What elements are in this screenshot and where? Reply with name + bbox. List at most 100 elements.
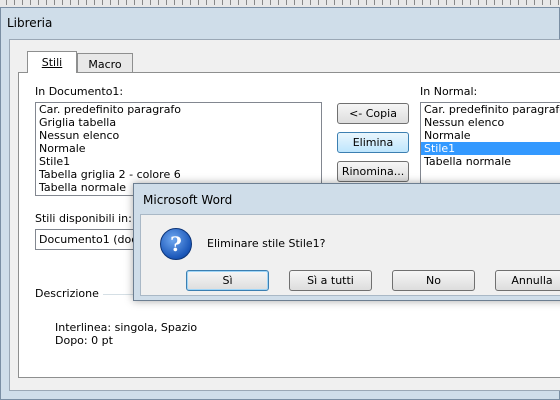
ruler-tick	[366, 0, 367, 5]
ruler-tick	[262, 0, 263, 5]
tab-macro[interactable]: Macro	[77, 53, 133, 73]
list-item[interactable]: Griglia tabella	[36, 116, 321, 129]
window-title: Libreria	[7, 16, 53, 30]
ruler-tick	[486, 0, 487, 5]
ruler-tick	[398, 0, 399, 5]
ruler-tick	[174, 0, 175, 5]
ruler-tick	[254, 0, 255, 5]
ruler-tick	[534, 0, 535, 5]
ruler-tick	[110, 0, 111, 5]
list-item[interactable]: Normale	[36, 142, 321, 155]
copy-button[interactable]: <- Copia	[337, 103, 409, 124]
cancel-button[interactable]: Annulla	[495, 270, 560, 291]
ruler-tick	[118, 0, 119, 5]
ruler-tick	[62, 0, 63, 5]
ruler-tick	[158, 0, 159, 5]
ruler-tick	[518, 0, 519, 5]
list-item[interactable]: Stile1	[36, 155, 321, 168]
dialog-title: Microsoft Word	[143, 193, 233, 207]
ruler-tick	[526, 0, 527, 5]
list-item[interactable]: Car. predefinito paragrafo	[421, 103, 560, 116]
ruler-tick	[214, 0, 215, 5]
yes-button[interactable]: Sì	[186, 270, 269, 291]
question-icon: ?	[160, 228, 192, 260]
list-item[interactable]: Car. predefinito paragrafo	[36, 103, 321, 116]
ruler-tick	[494, 0, 495, 5]
description-line-2: Dopo: 0 pt	[55, 334, 113, 347]
ruler-tick	[478, 0, 479, 5]
ruler-tick	[446, 0, 447, 5]
list-item[interactable]: Normale	[421, 129, 560, 142]
ruler-tick	[230, 0, 231, 5]
ruler-tick	[326, 0, 327, 5]
ruler-tick	[14, 0, 15, 5]
ruler-tick	[94, 0, 95, 5]
ruler-tick	[222, 0, 223, 5]
no-button[interactable]: No	[392, 270, 475, 291]
rename-button[interactable]: Rinomina...	[337, 161, 409, 182]
ruler-tick	[430, 0, 431, 5]
ruler-tick	[286, 0, 287, 5]
ruler-tick	[126, 0, 127, 5]
ruler-tick	[270, 0, 271, 5]
ruler-tick	[142, 0, 143, 5]
tab-stili[interactable]: Stili	[27, 51, 77, 73]
ruler-tick	[78, 0, 79, 5]
ruler-tick	[502, 0, 503, 5]
right-list-label: In Normal:	[420, 85, 478, 98]
tab-macro-label: Macro	[88, 58, 122, 71]
ruler-tick	[206, 0, 207, 5]
ruler-tick	[102, 0, 103, 5]
ruler-tick	[22, 0, 23, 5]
ruler-tick	[350, 0, 351, 5]
ruler-tick	[70, 0, 71, 5]
ruler-tick	[134, 0, 135, 5]
delete-button[interactable]: Elimina	[337, 132, 409, 153]
ruler-tick	[190, 0, 191, 5]
ruler-tick	[46, 0, 47, 5]
ruler-tick	[454, 0, 455, 5]
ruler-tick	[462, 0, 463, 5]
list-item-selected[interactable]: Stile1	[421, 142, 560, 155]
ruler-tick	[414, 0, 415, 5]
ruler-tick	[406, 0, 407, 5]
ruler-tick	[390, 0, 391, 5]
ruler-tick	[238, 0, 239, 5]
ruler-tick	[342, 0, 343, 5]
list-item[interactable]: Nessun elenco	[421, 116, 560, 129]
ruler-tick	[54, 0, 55, 5]
ruler-tick	[150, 0, 151, 5]
ruler-tick	[86, 0, 87, 5]
dialog-message: Eliminare stile Stile1?	[207, 237, 326, 250]
ruler-tick	[510, 0, 511, 5]
ruler-tick	[294, 0, 295, 5]
ruler-tick	[182, 0, 183, 5]
left-styles-list[interactable]: Car. predefinito paragrafo Griglia tabel…	[35, 102, 322, 196]
confirm-dialog: Microsoft Word ? Eliminare stile Stile1?…	[133, 183, 560, 301]
right-styles-list[interactable]: Car. predefinito paragrafo Nessun elenco…	[420, 102, 560, 196]
yes-to-all-button[interactable]: Sì a tutti	[289, 270, 372, 291]
list-item[interactable]: Nessun elenco	[36, 129, 321, 142]
dialog-body: ? Eliminare stile Stile1? Sì Sì a tutti …	[140, 214, 560, 296]
ruler-tick	[278, 0, 279, 5]
ruler-tick	[470, 0, 471, 5]
ruler-tick	[334, 0, 335, 5]
ruler-tick	[422, 0, 423, 5]
ruler-tick	[166, 0, 167, 5]
list-item[interactable]: Tabella griglia 2 - colore 6	[36, 168, 321, 181]
ruler-tick	[374, 0, 375, 5]
ruler-tick	[550, 0, 551, 5]
description-label: Descrizione	[35, 287, 99, 300]
ruler-tick	[382, 0, 383, 5]
ruler-tick	[542, 0, 543, 5]
ruler-tick	[310, 0, 311, 5]
ruler-tick	[318, 0, 319, 5]
ruler-tick	[246, 0, 247, 5]
ruler-tick	[302, 0, 303, 5]
ruler-tick	[438, 0, 439, 5]
ruler-tick	[358, 0, 359, 5]
description-line-1: Interlinea: singola, Spazio	[55, 321, 198, 334]
list-item[interactable]: Tabella normale	[421, 155, 560, 168]
ruler-tick	[198, 0, 199, 5]
ruler-tick	[30, 0, 31, 5]
